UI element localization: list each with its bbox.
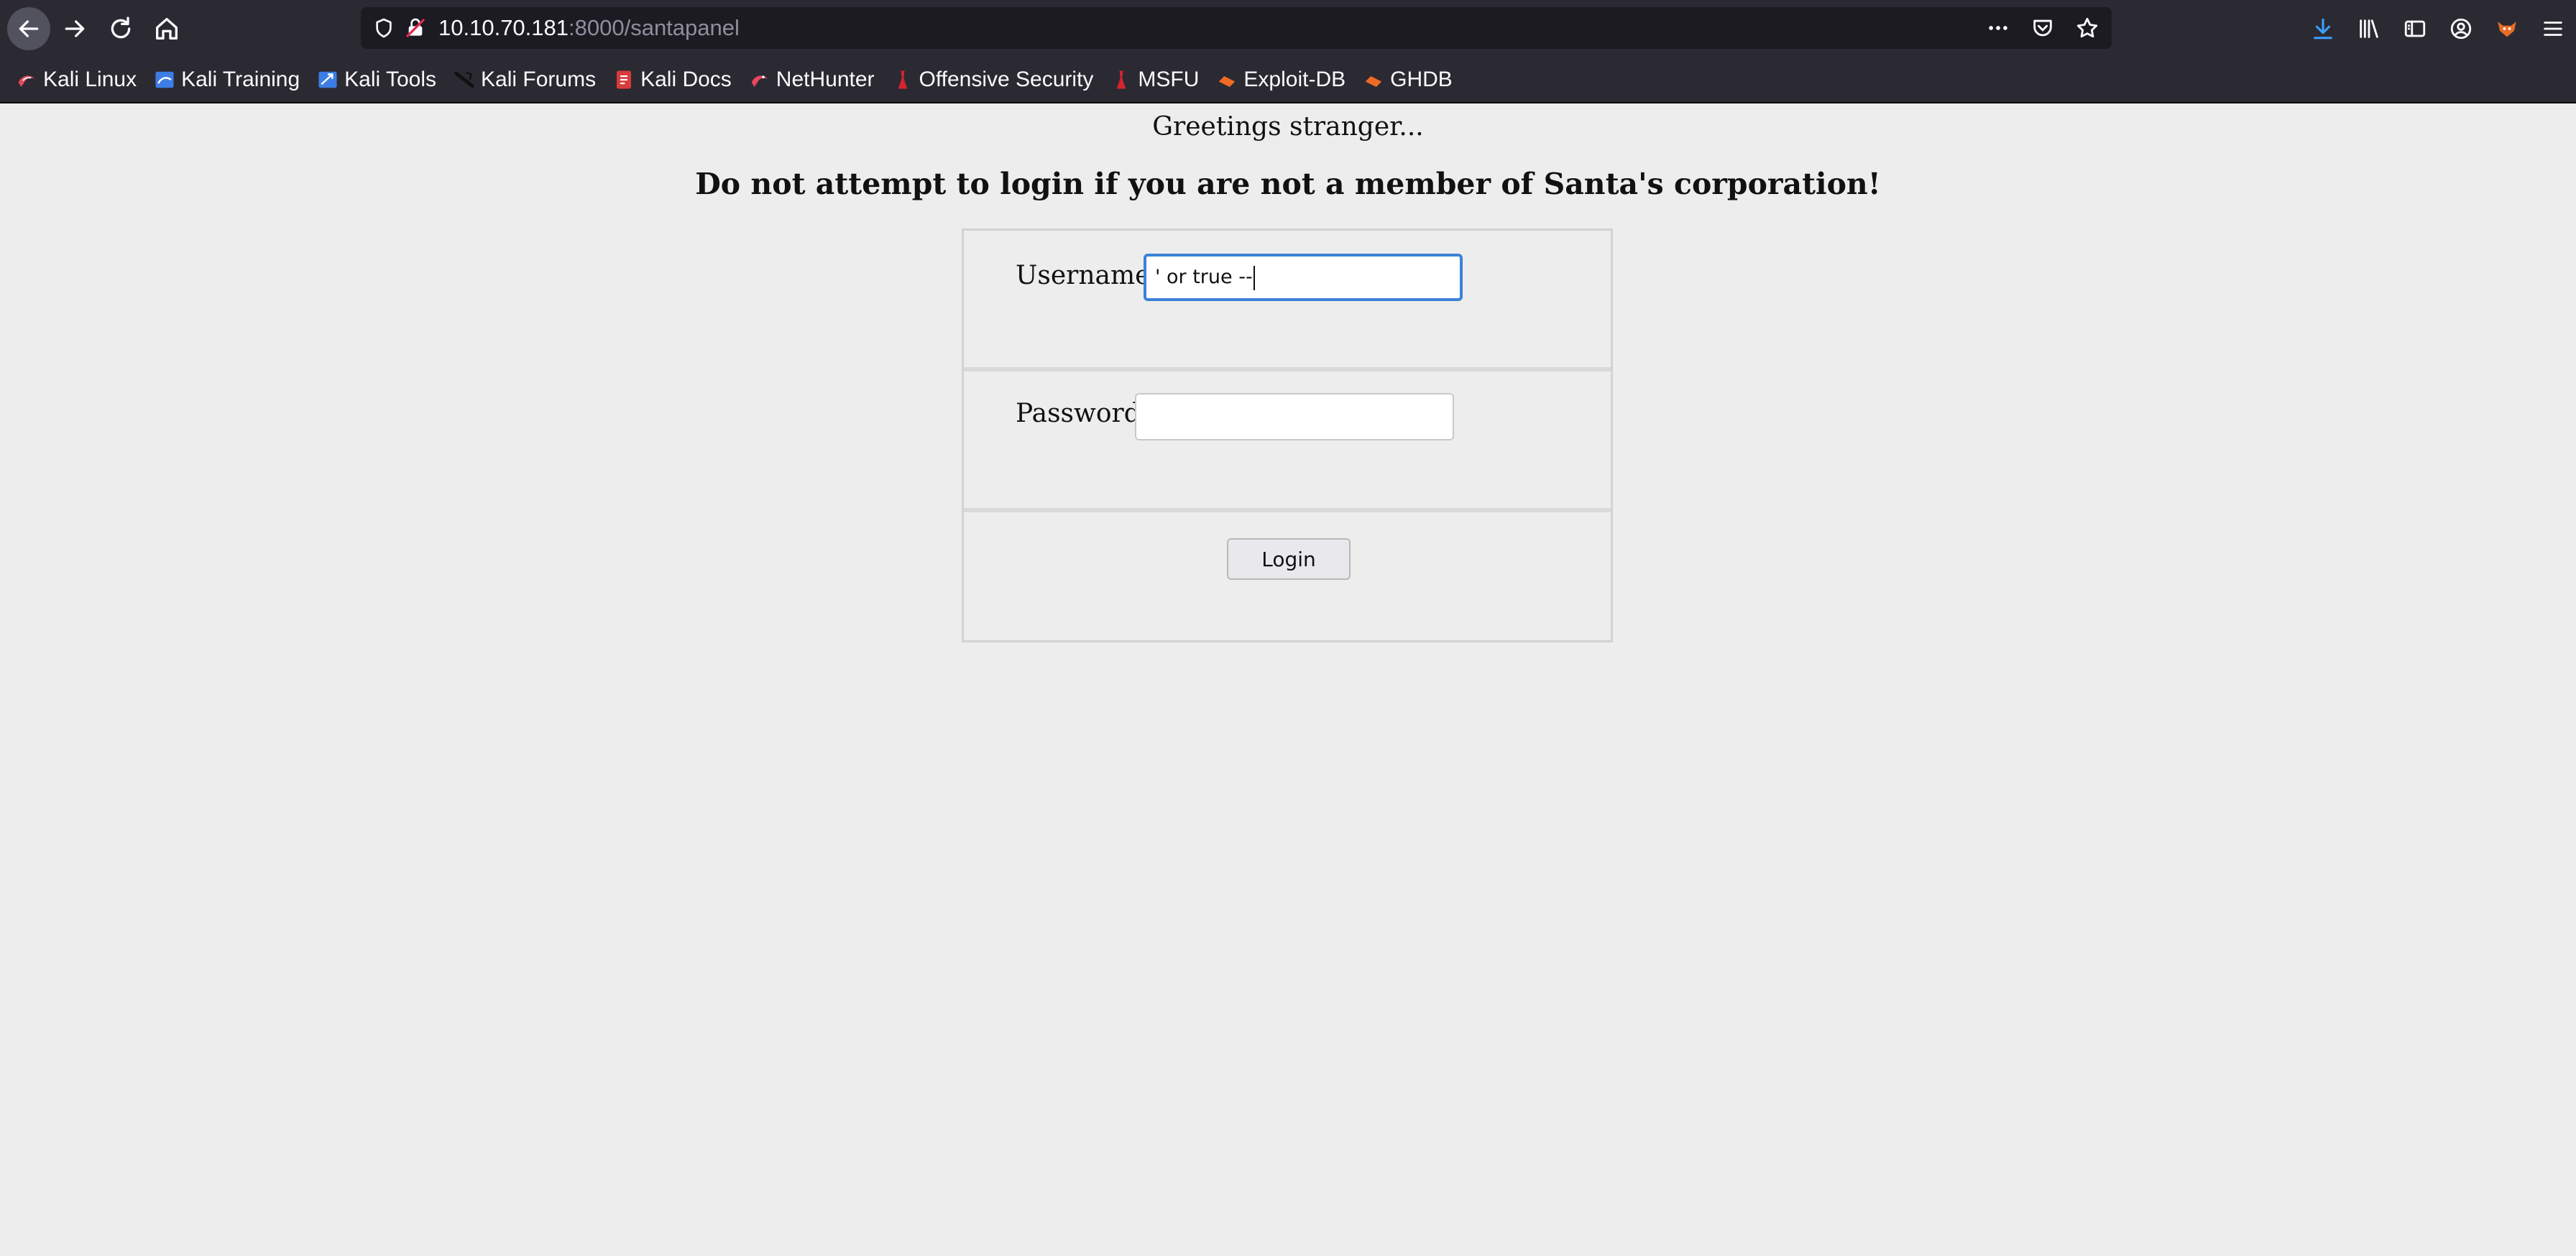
downloads-button[interactable] bbox=[2300, 7, 2346, 50]
bookmark-kali-linux[interactable]: Kali Linux bbox=[16, 68, 137, 92]
extension-button[interactable] bbox=[2484, 7, 2530, 50]
menu-button[interactable] bbox=[2530, 7, 2576, 50]
password-input[interactable] bbox=[1135, 393, 1454, 440]
reload-button[interactable] bbox=[99, 7, 142, 50]
library-button[interactable] bbox=[2346, 7, 2392, 50]
bookmark-msfu[interactable]: MSFU bbox=[1110, 68, 1199, 92]
foxyproxy-icon bbox=[2498, 22, 2516, 37]
arrow-left-icon bbox=[19, 20, 39, 37]
bookmark-exploit-db[interactable]: Exploit-DB bbox=[1216, 68, 1346, 92]
kali-training-icon bbox=[154, 69, 175, 91]
url-host: 10.10.70.181 bbox=[438, 15, 569, 40]
reload-icon bbox=[111, 17, 131, 39]
hamburger-menu-icon bbox=[2544, 22, 2562, 36]
bookmark-star-button[interactable] bbox=[2073, 14, 2102, 42]
url-path: :8000/santapanel bbox=[569, 15, 740, 40]
page-actions-button[interactable] bbox=[1984, 14, 2012, 42]
arrow-right-icon bbox=[65, 20, 85, 37]
nethunter-icon bbox=[749, 69, 770, 91]
sidebar-icon bbox=[2404, 20, 2426, 37]
bookmarks-toolbar: Kali Linux Kali Training Kali Tools Kali… bbox=[0, 57, 2576, 103]
account-button[interactable] bbox=[2438, 7, 2484, 50]
home-button[interactable] bbox=[145, 7, 188, 50]
kali-forums-icon bbox=[454, 69, 475, 91]
bookmark-ghdb[interactable]: GHDB bbox=[1363, 68, 1453, 92]
ghdb-icon bbox=[1363, 69, 1384, 91]
insecure-lock-icon[interactable] bbox=[401, 14, 430, 42]
username-value: ' or true -- bbox=[1155, 266, 1253, 288]
msfu-icon bbox=[1110, 69, 1132, 91]
kali-dragon-icon bbox=[16, 69, 37, 91]
url-text[interactable]: 10.10.70.181:8000/santapanel bbox=[438, 15, 740, 41]
bookmark-nethunter[interactable]: NetHunter bbox=[749, 68, 875, 92]
username-input[interactable]: ' or true -- bbox=[1144, 254, 1463, 301]
browser-toolbar: 10.10.70.181:8000/santapanel bbox=[0, 0, 2576, 57]
submit-row: Login bbox=[964, 512, 1611, 640]
library-icon bbox=[2360, 19, 2378, 38]
page-content: Greetings stranger... Do not attempt to … bbox=[0, 105, 2576, 1256]
toolbar-right bbox=[2300, 7, 2576, 50]
account-icon bbox=[2450, 18, 2472, 40]
bookmark-kali-tools[interactable]: Kali Tools bbox=[317, 68, 436, 92]
warning-heading: Do not attempt to login if you are not a… bbox=[695, 167, 1881, 201]
url-actions bbox=[1984, 14, 2102, 42]
password-label: Password bbox=[1016, 399, 1141, 428]
sidebar-button[interactable] bbox=[2392, 7, 2438, 50]
back-button[interactable] bbox=[7, 7, 50, 50]
more-dots-icon bbox=[1989, 26, 2007, 30]
username-row: Username ' or true -- bbox=[964, 231, 1611, 371]
bookmark-kali-training[interactable]: Kali Training bbox=[154, 68, 300, 92]
pocket-button[interactable] bbox=[2028, 14, 2057, 42]
tracking-shield-icon[interactable] bbox=[369, 14, 398, 42]
forward-button[interactable] bbox=[53, 7, 96, 50]
home-icon bbox=[156, 18, 178, 40]
star-icon bbox=[2076, 17, 2098, 38]
bookmark-offensive-security[interactable]: Offensive Security bbox=[892, 68, 1093, 92]
login-form: Username ' or true -- Password Login bbox=[962, 228, 1613, 642]
exploit-db-icon bbox=[1216, 69, 1238, 91]
pocket-icon bbox=[2033, 19, 2052, 37]
text-caret bbox=[1253, 265, 1255, 290]
password-row: Password bbox=[964, 371, 1611, 512]
offsec-icon bbox=[892, 69, 914, 91]
login-button[interactable]: Login bbox=[1227, 538, 1351, 580]
url-bar[interactable]: 10.10.70.181:8000/santapanel bbox=[361, 7, 2112, 49]
kali-docs-icon bbox=[613, 69, 635, 91]
username-label: Username bbox=[1016, 261, 1151, 290]
kali-tools-icon bbox=[317, 69, 339, 91]
bookmark-kali-forums[interactable]: Kali Forums bbox=[454, 68, 596, 92]
bookmark-kali-docs[interactable]: Kali Docs bbox=[613, 68, 732, 92]
greeting-text: Greetings stranger... bbox=[1152, 112, 1424, 142]
download-icon bbox=[2314, 18, 2332, 40]
